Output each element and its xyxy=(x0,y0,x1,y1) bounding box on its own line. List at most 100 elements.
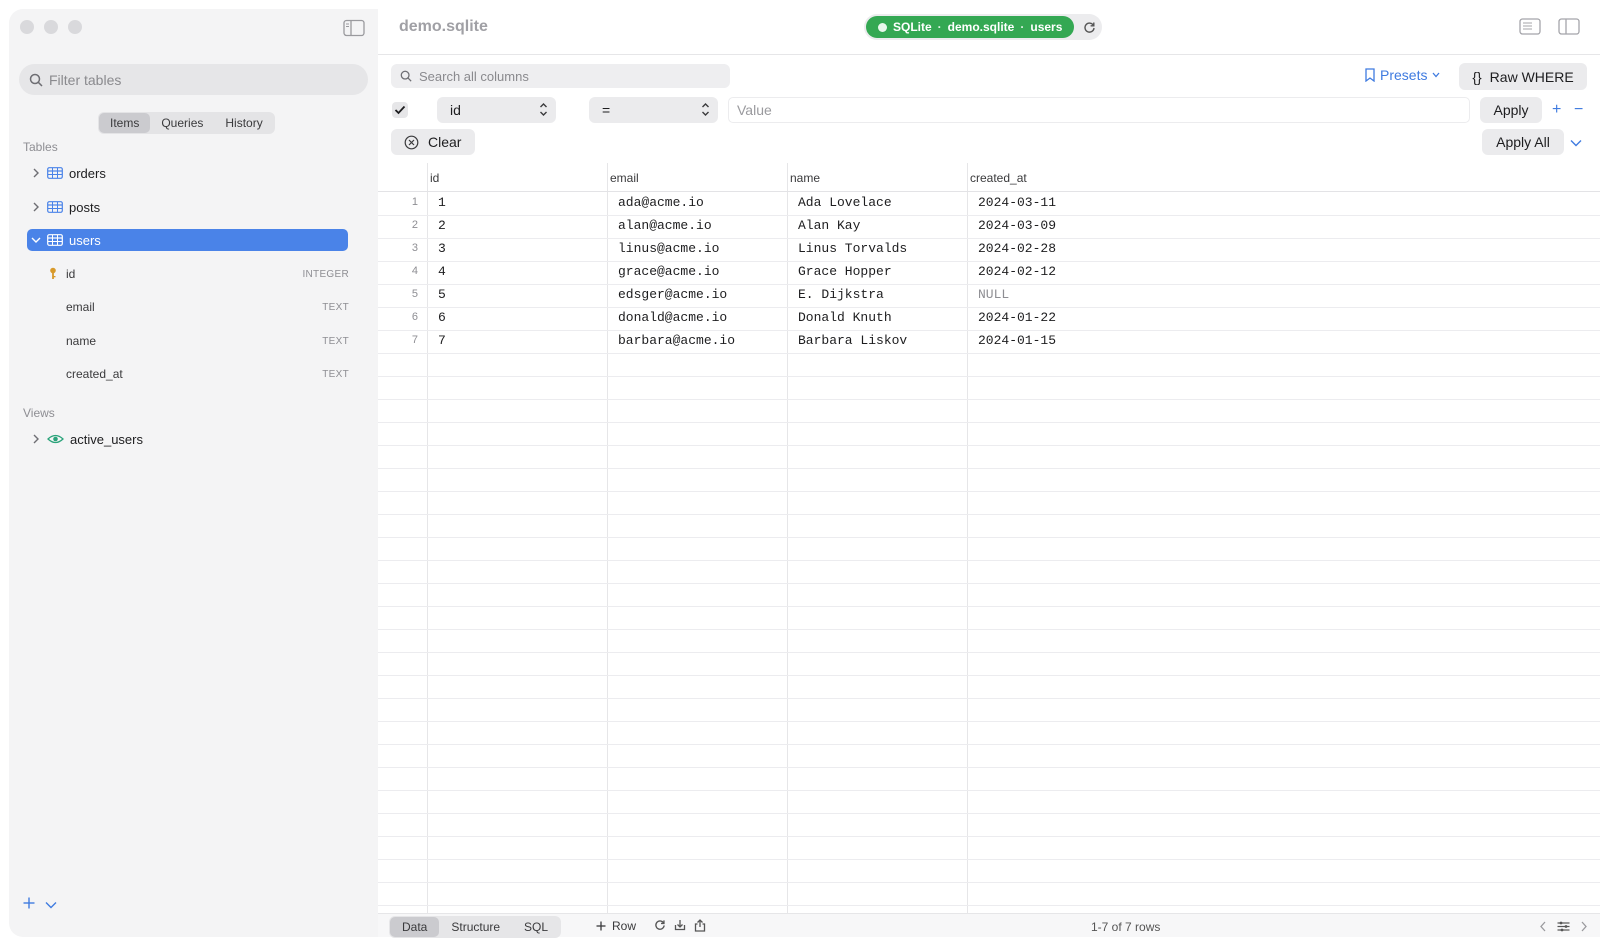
cell-name[interactable]: Donald Knuth xyxy=(798,310,892,325)
chevron-right-icon[interactable] xyxy=(29,168,43,178)
column-header-email[interactable]: email xyxy=(610,171,639,185)
search-icon xyxy=(400,70,412,82)
cell-email[interactable]: edsger@acme.io xyxy=(618,287,727,302)
add-icon[interactable] xyxy=(23,897,35,912)
filter-tables-field[interactable] xyxy=(19,64,368,95)
search-all-columns-field[interactable] xyxy=(391,64,730,88)
cell-id[interactable]: 1 xyxy=(438,195,446,210)
cell-created-at[interactable]: NULL xyxy=(978,287,1009,302)
export-icon[interactable] xyxy=(694,919,706,935)
grid-row-line xyxy=(378,560,1600,561)
search-icon xyxy=(29,73,43,87)
cell-id[interactable]: 4 xyxy=(438,264,446,279)
table-row[interactable]: 7 7 barbara@acme.io Barbara Liskov 2024-… xyxy=(378,330,1600,353)
minimize-window-button[interactable] xyxy=(44,20,58,34)
table-row[interactable]: 2 2 alan@acme.io Alan Kay 2024-03-09 xyxy=(378,215,1600,238)
cell-email[interactable]: grace@acme.io xyxy=(618,264,719,279)
filter-value-input[interactable] xyxy=(728,97,1470,123)
chevron-down-icon[interactable] xyxy=(29,236,43,244)
table-row[interactable]: 3 3 linus@acme.io Linus Torvalds 2024-02… xyxy=(378,238,1600,261)
column-item-created-at[interactable]: created_at TEXT xyxy=(39,363,351,385)
cell-email[interactable]: alan@acme.io xyxy=(618,218,712,233)
settings-sliders-icon[interactable] xyxy=(1557,920,1570,935)
tab-sql[interactable]: SQL xyxy=(512,917,560,937)
cell-created-at[interactable]: 2024-01-15 xyxy=(978,333,1056,348)
cell-id[interactable]: 2 xyxy=(438,218,446,233)
table-row[interactable]: 1 1 ada@acme.io Ada Lovelace 2024-03-11 xyxy=(378,192,1600,215)
import-icon[interactable] xyxy=(674,919,686,935)
view-mode-segmented-control: Data Structure SQL xyxy=(389,916,562,938)
column-type: INTEGER xyxy=(302,268,349,280)
cell-created-at[interactable]: 2024-03-09 xyxy=(978,218,1056,233)
cell-name[interactable]: E. Dijkstra xyxy=(798,287,884,302)
table-row[interactable]: 4 4 grace@acme.io Grace Hopper 2024-02-1… xyxy=(378,261,1600,284)
clear-button[interactable]: Clear xyxy=(391,129,475,155)
column-item-email[interactable]: email TEXT xyxy=(39,296,351,318)
cell-id[interactable]: 6 xyxy=(438,310,446,325)
cell-id[interactable]: 7 xyxy=(438,333,446,348)
cell-name[interactable]: Grace Hopper xyxy=(798,264,892,279)
raw-where-button[interactable]: {} Raw WHERE xyxy=(1459,63,1587,90)
filter-column-select[interactable]: id xyxy=(437,97,556,123)
column-name: created_at xyxy=(66,367,123,381)
next-page-icon[interactable] xyxy=(1580,920,1588,935)
close-window-button[interactable] xyxy=(20,20,34,34)
grid-row-line xyxy=(378,836,1600,837)
cell-name[interactable]: Linus Torvalds xyxy=(798,241,907,256)
table-row[interactable]: 6 6 donald@acme.io Donald Knuth 2024-01-… xyxy=(378,307,1600,330)
apply-all-button[interactable]: Apply All xyxy=(1482,129,1564,155)
column-header-created-at[interactable]: created_at xyxy=(970,171,1027,185)
filter-operator-select[interactable]: = xyxy=(589,97,718,123)
refresh-icon[interactable] xyxy=(1078,16,1100,38)
sidebar-item-orders[interactable]: orders xyxy=(27,162,348,184)
apply-button[interactable]: Apply xyxy=(1480,97,1542,123)
cell-email[interactable]: ada@acme.io xyxy=(618,195,704,210)
tab-items[interactable]: Items xyxy=(99,113,151,133)
zoom-window-button[interactable] xyxy=(68,20,82,34)
chevron-right-icon[interactable] xyxy=(29,202,43,212)
add-filter-button[interactable]: + xyxy=(1552,101,1561,119)
filter-enabled-checkbox[interactable] xyxy=(392,102,408,118)
add-row-button[interactable]: Row xyxy=(596,919,636,933)
table-row[interactable]: 5 5 edsger@acme.io E. Dijkstra NULL xyxy=(378,284,1600,307)
cell-email[interactable]: donald@acme.io xyxy=(618,310,727,325)
sidebar-item-active-users[interactable]: active_users xyxy=(27,428,348,450)
cell-created-at[interactable]: 2024-03-11 xyxy=(978,195,1056,210)
refresh-icon[interactable] xyxy=(654,919,666,935)
column-item-id[interactable]: id INTEGER xyxy=(39,263,351,285)
braces-icon: {} xyxy=(1472,68,1482,85)
tab-data[interactable]: Data xyxy=(390,917,440,937)
cell-created-at[interactable]: 2024-01-22 xyxy=(978,310,1056,325)
cell-email[interactable]: barbara@acme.io xyxy=(618,333,735,348)
filter-tables-input[interactable] xyxy=(49,71,349,88)
chevron-down-icon[interactable] xyxy=(45,897,57,912)
cell-email[interactable]: linus@acme.io xyxy=(618,241,719,256)
tab-queries[interactable]: Queries xyxy=(150,113,214,133)
previous-page-icon[interactable] xyxy=(1539,920,1547,935)
inspector-icon[interactable] xyxy=(1519,18,1541,35)
cell-name[interactable]: Ada Lovelace xyxy=(798,195,892,210)
tab-structure[interactable]: Structure xyxy=(439,917,512,937)
right-panel-toggle-icon[interactable] xyxy=(1558,18,1580,35)
column-header-id[interactable]: id xyxy=(430,171,439,185)
sidebar-item-users[interactable]: users xyxy=(27,229,348,251)
tab-history[interactable]: History xyxy=(214,113,273,133)
presets-button[interactable]: Presets xyxy=(1365,67,1440,83)
add-icon xyxy=(596,921,606,931)
cell-created-at[interactable]: 2024-02-12 xyxy=(978,264,1056,279)
window-title: demo.sqlite xyxy=(399,18,488,35)
sidebar-item-posts[interactable]: posts xyxy=(27,196,348,218)
remove-filter-button[interactable]: − xyxy=(1574,101,1583,119)
cell-name[interactable]: Alan Kay xyxy=(798,218,860,233)
search-all-columns-input[interactable] xyxy=(419,68,719,84)
chevron-right-icon[interactable] xyxy=(29,434,43,444)
sidebar-toggle-icon[interactable] xyxy=(343,19,365,37)
column-item-name[interactable]: name TEXT xyxy=(39,330,351,352)
cell-id[interactable]: 3 xyxy=(438,241,446,256)
cell-name[interactable]: Barbara Liskov xyxy=(798,333,907,348)
cell-created-at[interactable]: 2024-02-28 xyxy=(978,241,1056,256)
column-header-name[interactable]: name xyxy=(790,171,820,185)
column-type: TEXT xyxy=(322,301,349,313)
cell-id[interactable]: 5 xyxy=(438,287,446,302)
chevron-down-icon[interactable] xyxy=(1570,135,1582,150)
